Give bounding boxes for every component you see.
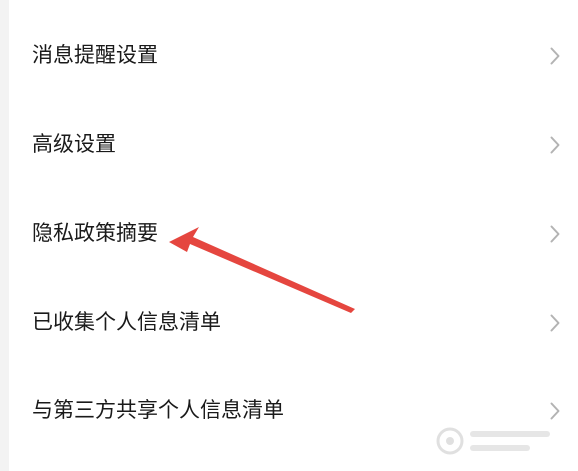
chevron-right-icon bbox=[550, 402, 560, 420]
menu-item-message-reminder-settings[interactable]: 消息提醒设置 bbox=[9, 12, 578, 100]
watermark-logo bbox=[436, 427, 550, 455]
menu-item-privacy-policy-summary[interactable]: 隐私政策摘要 bbox=[9, 190, 578, 278]
chevron-right-icon bbox=[550, 225, 560, 243]
left-edge-strip bbox=[0, 0, 9, 471]
chevron-right-icon bbox=[550, 47, 560, 65]
menu-item-advanced-settings[interactable]: 高级设置 bbox=[9, 101, 578, 189]
chevron-right-icon bbox=[550, 314, 560, 332]
menu-item-label: 消息提醒设置 bbox=[32, 43, 158, 67]
settings-screen: 消息提醒设置 高级设置 隐私政策摘要 已收集个人信息清单 与第三方共享个人信息清 bbox=[0, 0, 578, 471]
menu-item-collected-personal-info-list[interactable]: 已收集个人信息清单 bbox=[9, 279, 578, 367]
chevron-right-icon bbox=[550, 136, 560, 154]
menu-item-label: 隐私政策摘要 bbox=[32, 221, 158, 245]
menu-item-label: 已收集个人信息清单 bbox=[32, 310, 221, 334]
menu-item-label: 高级设置 bbox=[32, 132, 116, 156]
menu-item-label: 与第三方共享个人信息清单 bbox=[32, 398, 284, 422]
settings-menu-list: 消息提醒设置 高级设置 隐私政策摘要 已收集个人信息清单 与第三方共享个人信息清 bbox=[9, 0, 578, 471]
